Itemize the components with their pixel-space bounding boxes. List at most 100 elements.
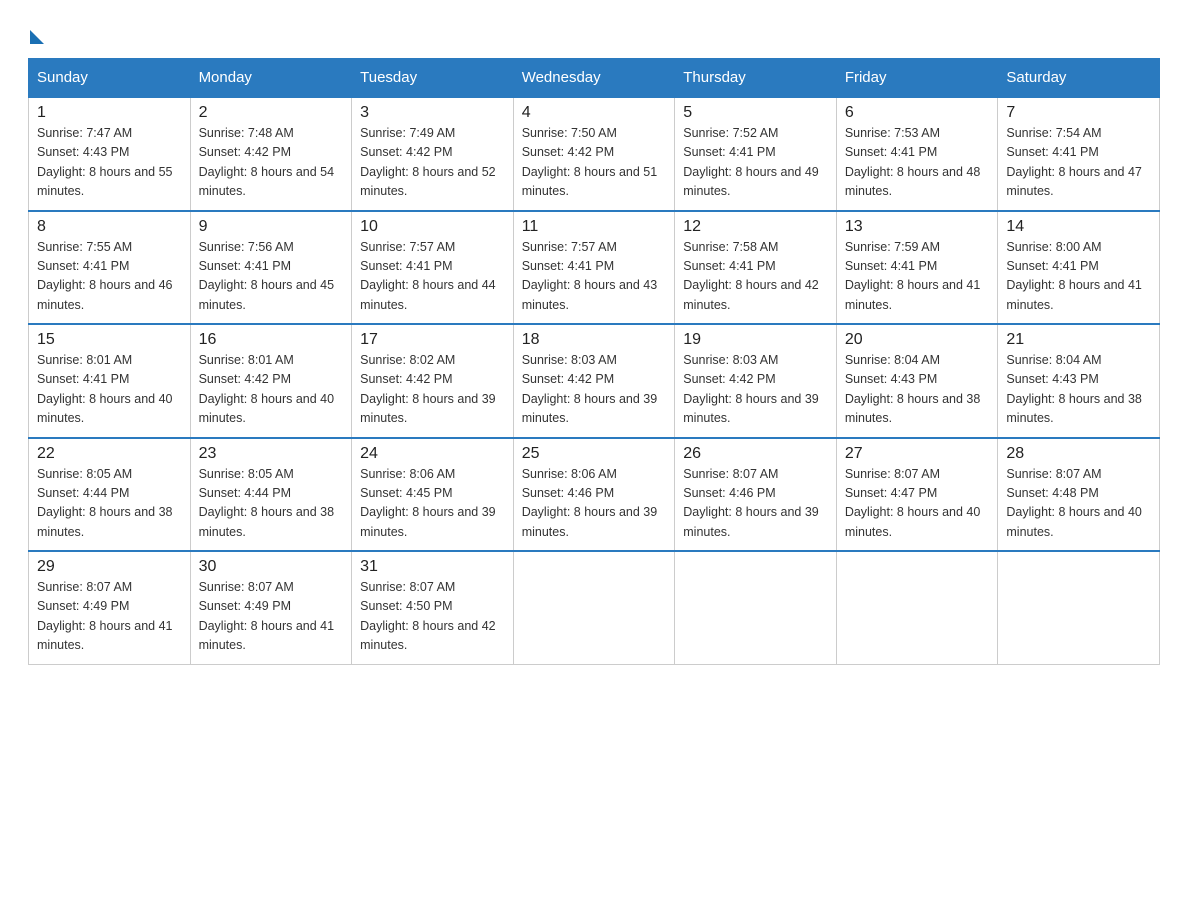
- day-number: 26: [683, 445, 828, 463]
- day-number: 5: [683, 104, 828, 122]
- day-info: Sunrise: 8:03 AM Sunset: 4:42 PM Dayligh…: [683, 351, 828, 429]
- day-cell: 8 Sunrise: 7:55 AM Sunset: 4:41 PM Dayli…: [29, 211, 191, 325]
- day-cell: 15 Sunrise: 8:01 AM Sunset: 4:41 PM Dayl…: [29, 324, 191, 438]
- day-info: Sunrise: 8:07 AM Sunset: 4:46 PM Dayligh…: [683, 465, 828, 543]
- page-header: [28, 24, 1160, 42]
- day-info: Sunrise: 8:07 AM Sunset: 4:47 PM Dayligh…: [845, 465, 990, 543]
- day-info: Sunrise: 8:06 AM Sunset: 4:46 PM Dayligh…: [522, 465, 667, 543]
- column-header-saturday: Saturday: [998, 59, 1160, 98]
- day-number: 21: [1006, 331, 1151, 349]
- day-info: Sunrise: 8:04 AM Sunset: 4:43 PM Dayligh…: [1006, 351, 1151, 429]
- day-cell: 2 Sunrise: 7:48 AM Sunset: 4:42 PM Dayli…: [190, 97, 352, 211]
- day-info: Sunrise: 8:07 AM Sunset: 4:48 PM Dayligh…: [1006, 465, 1151, 543]
- day-cell: 1 Sunrise: 7:47 AM Sunset: 4:43 PM Dayli…: [29, 97, 191, 211]
- day-number: 11: [522, 218, 667, 236]
- day-info: Sunrise: 8:07 AM Sunset: 4:50 PM Dayligh…: [360, 578, 505, 656]
- day-info: Sunrise: 7:55 AM Sunset: 4:41 PM Dayligh…: [37, 238, 182, 316]
- week-row-3: 15 Sunrise: 8:01 AM Sunset: 4:41 PM Dayl…: [29, 324, 1160, 438]
- day-cell: 17 Sunrise: 8:02 AM Sunset: 4:42 PM Dayl…: [352, 324, 514, 438]
- day-info: Sunrise: 8:05 AM Sunset: 4:44 PM Dayligh…: [199, 465, 344, 543]
- day-info: Sunrise: 8:02 AM Sunset: 4:42 PM Dayligh…: [360, 351, 505, 429]
- day-cell: [836, 551, 998, 664]
- day-info: Sunrise: 8:01 AM Sunset: 4:42 PM Dayligh…: [199, 351, 344, 429]
- day-info: Sunrise: 8:03 AM Sunset: 4:42 PM Dayligh…: [522, 351, 667, 429]
- week-row-5: 29 Sunrise: 8:07 AM Sunset: 4:49 PM Dayl…: [29, 551, 1160, 664]
- day-info: Sunrise: 8:04 AM Sunset: 4:43 PM Dayligh…: [845, 351, 990, 429]
- day-number: 4: [522, 104, 667, 122]
- day-cell: 26 Sunrise: 8:07 AM Sunset: 4:46 PM Dayl…: [675, 438, 837, 552]
- day-cell: 3 Sunrise: 7:49 AM Sunset: 4:42 PM Dayli…: [352, 97, 514, 211]
- day-info: Sunrise: 7:47 AM Sunset: 4:43 PM Dayligh…: [37, 124, 182, 202]
- column-header-friday: Friday: [836, 59, 998, 98]
- header-row: SundayMondayTuesdayWednesdayThursdayFrid…: [29, 59, 1160, 98]
- day-cell: 20 Sunrise: 8:04 AM Sunset: 4:43 PM Dayl…: [836, 324, 998, 438]
- day-info: Sunrise: 7:50 AM Sunset: 4:42 PM Dayligh…: [522, 124, 667, 202]
- day-info: Sunrise: 7:58 AM Sunset: 4:41 PM Dayligh…: [683, 238, 828, 316]
- day-info: Sunrise: 8:05 AM Sunset: 4:44 PM Dayligh…: [37, 465, 182, 543]
- logo: [28, 24, 44, 42]
- day-number: 15: [37, 331, 182, 349]
- day-cell: 5 Sunrise: 7:52 AM Sunset: 4:41 PM Dayli…: [675, 97, 837, 211]
- column-header-sunday: Sunday: [29, 59, 191, 98]
- day-cell: 16 Sunrise: 8:01 AM Sunset: 4:42 PM Dayl…: [190, 324, 352, 438]
- day-cell: 6 Sunrise: 7:53 AM Sunset: 4:41 PM Dayli…: [836, 97, 998, 211]
- day-info: Sunrise: 7:57 AM Sunset: 4:41 PM Dayligh…: [360, 238, 505, 316]
- day-number: 2: [199, 104, 344, 122]
- calendar-table: SundayMondayTuesdayWednesdayThursdayFrid…: [28, 58, 1160, 665]
- day-cell: 13 Sunrise: 7:59 AM Sunset: 4:41 PM Dayl…: [836, 211, 998, 325]
- day-cell: [513, 551, 675, 664]
- day-cell: 19 Sunrise: 8:03 AM Sunset: 4:42 PM Dayl…: [675, 324, 837, 438]
- day-info: Sunrise: 8:06 AM Sunset: 4:45 PM Dayligh…: [360, 465, 505, 543]
- day-info: Sunrise: 8:07 AM Sunset: 4:49 PM Dayligh…: [199, 578, 344, 656]
- day-info: Sunrise: 7:53 AM Sunset: 4:41 PM Dayligh…: [845, 124, 990, 202]
- day-info: Sunrise: 7:59 AM Sunset: 4:41 PM Dayligh…: [845, 238, 990, 316]
- day-number: 27: [845, 445, 990, 463]
- week-row-1: 1 Sunrise: 7:47 AM Sunset: 4:43 PM Dayli…: [29, 97, 1160, 211]
- day-number: 1: [37, 104, 182, 122]
- day-number: 28: [1006, 445, 1151, 463]
- day-number: 12: [683, 218, 828, 236]
- day-number: 24: [360, 445, 505, 463]
- day-cell: 7 Sunrise: 7:54 AM Sunset: 4:41 PM Dayli…: [998, 97, 1160, 211]
- day-number: 3: [360, 104, 505, 122]
- week-row-4: 22 Sunrise: 8:05 AM Sunset: 4:44 PM Dayl…: [29, 438, 1160, 552]
- day-number: 10: [360, 218, 505, 236]
- column-header-tuesday: Tuesday: [352, 59, 514, 98]
- day-number: 14: [1006, 218, 1151, 236]
- day-info: Sunrise: 7:57 AM Sunset: 4:41 PM Dayligh…: [522, 238, 667, 316]
- day-cell: 9 Sunrise: 7:56 AM Sunset: 4:41 PM Dayli…: [190, 211, 352, 325]
- day-number: 30: [199, 558, 344, 576]
- day-cell: 14 Sunrise: 8:00 AM Sunset: 4:41 PM Dayl…: [998, 211, 1160, 325]
- day-number: 13: [845, 218, 990, 236]
- day-cell: 23 Sunrise: 8:05 AM Sunset: 4:44 PM Dayl…: [190, 438, 352, 552]
- day-cell: 30 Sunrise: 8:07 AM Sunset: 4:49 PM Dayl…: [190, 551, 352, 664]
- day-cell: 28 Sunrise: 8:07 AM Sunset: 4:48 PM Dayl…: [998, 438, 1160, 552]
- day-cell: 4 Sunrise: 7:50 AM Sunset: 4:42 PM Dayli…: [513, 97, 675, 211]
- day-cell: [675, 551, 837, 664]
- logo-triangle-icon: [30, 30, 44, 44]
- day-cell: 11 Sunrise: 7:57 AM Sunset: 4:41 PM Dayl…: [513, 211, 675, 325]
- day-cell: 10 Sunrise: 7:57 AM Sunset: 4:41 PM Dayl…: [352, 211, 514, 325]
- day-number: 18: [522, 331, 667, 349]
- day-number: 6: [845, 104, 990, 122]
- day-cell: 29 Sunrise: 8:07 AM Sunset: 4:49 PM Dayl…: [29, 551, 191, 664]
- day-cell: 18 Sunrise: 8:03 AM Sunset: 4:42 PM Dayl…: [513, 324, 675, 438]
- day-info: Sunrise: 8:00 AM Sunset: 4:41 PM Dayligh…: [1006, 238, 1151, 316]
- day-info: Sunrise: 8:01 AM Sunset: 4:41 PM Dayligh…: [37, 351, 182, 429]
- day-info: Sunrise: 7:49 AM Sunset: 4:42 PM Dayligh…: [360, 124, 505, 202]
- day-info: Sunrise: 8:07 AM Sunset: 4:49 PM Dayligh…: [37, 578, 182, 656]
- day-number: 31: [360, 558, 505, 576]
- day-info: Sunrise: 7:54 AM Sunset: 4:41 PM Dayligh…: [1006, 124, 1151, 202]
- day-info: Sunrise: 7:48 AM Sunset: 4:42 PM Dayligh…: [199, 124, 344, 202]
- day-number: 23: [199, 445, 344, 463]
- day-cell: 12 Sunrise: 7:58 AM Sunset: 4:41 PM Dayl…: [675, 211, 837, 325]
- day-number: 17: [360, 331, 505, 349]
- day-cell: 24 Sunrise: 8:06 AM Sunset: 4:45 PM Dayl…: [352, 438, 514, 552]
- day-cell: 27 Sunrise: 8:07 AM Sunset: 4:47 PM Dayl…: [836, 438, 998, 552]
- day-cell: 31 Sunrise: 8:07 AM Sunset: 4:50 PM Dayl…: [352, 551, 514, 664]
- week-row-2: 8 Sunrise: 7:55 AM Sunset: 4:41 PM Dayli…: [29, 211, 1160, 325]
- day-number: 9: [199, 218, 344, 236]
- day-number: 7: [1006, 104, 1151, 122]
- day-cell: 21 Sunrise: 8:04 AM Sunset: 4:43 PM Dayl…: [998, 324, 1160, 438]
- day-number: 22: [37, 445, 182, 463]
